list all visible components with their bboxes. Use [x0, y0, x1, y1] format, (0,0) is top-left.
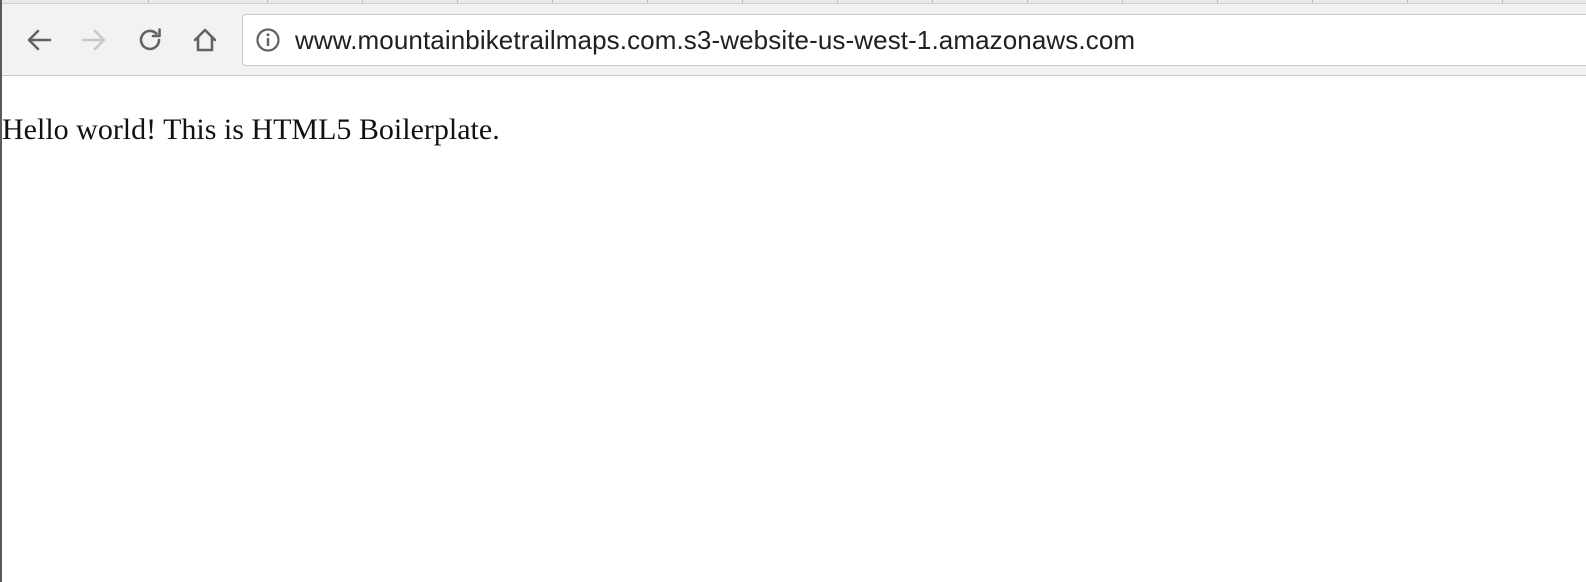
home-button[interactable]	[186, 21, 224, 59]
url-text[interactable]: www.mountainbiketrailmaps.com.s3-website…	[295, 15, 1135, 65]
info-icon[interactable]	[255, 27, 281, 53]
forward-button[interactable]	[75, 21, 113, 59]
back-arrow-icon	[27, 29, 52, 51]
reload-button[interactable]	[131, 21, 169, 59]
home-icon	[193, 28, 217, 52]
page-content: Hello world! This is HTML5 Boilerplate.	[2, 77, 1586, 582]
reload-icon	[139, 28, 161, 51]
forward-arrow-icon	[81, 29, 106, 51]
address-bar[interactable]: www.mountainbiketrailmaps.com.s3-website…	[242, 14, 1586, 66]
browser-toolbar: www.mountainbiketrailmaps.com.s3-website…	[2, 4, 1586, 76]
body-text: Hello world! This is HTML5 Boilerplate.	[2, 113, 500, 146]
browser-window: www.mountainbiketrailmaps.com.s3-website…	[0, 0, 1586, 582]
back-button[interactable]	[20, 21, 58, 59]
